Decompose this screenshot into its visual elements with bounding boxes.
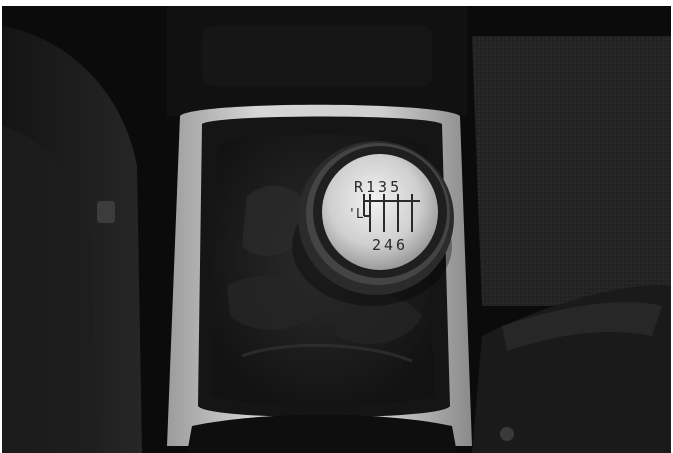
gear-shift-scene: R135 'L 246 xyxy=(2,6,671,453)
knob-top-row: R135 xyxy=(354,178,402,196)
knob-bottom-row: 246 xyxy=(372,236,408,254)
photo: R135 'L 246 xyxy=(2,6,671,453)
seat-button-icon xyxy=(97,201,115,223)
floor-mat xyxy=(472,36,671,306)
seat-belt-buckle-icon xyxy=(500,427,514,441)
knob-left-mark: 'L xyxy=(348,207,364,222)
